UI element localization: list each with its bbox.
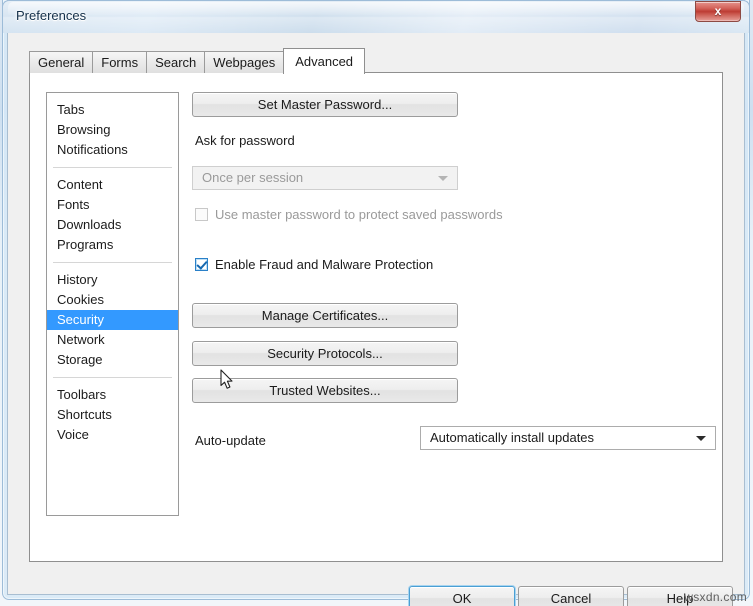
- sidebar-item-storage[interactable]: Storage: [47, 350, 178, 370]
- tab-advanced[interactable]: Advanced: [283, 48, 366, 74]
- sidebar-item-tabs[interactable]: Tabs: [47, 100, 178, 120]
- sidebar-item-shortcuts[interactable]: Shortcuts: [47, 405, 178, 425]
- dialog-button-bar: OK Cancel Help: [8, 582, 744, 606]
- preferences-tab-strip[interactable]: General Forms Search Webpages Advanced: [29, 48, 366, 74]
- chevron-down-icon: [438, 176, 448, 181]
- ask-for-password-dropdown[interactable]: Once per session: [192, 166, 458, 190]
- tab-page-advanced: Tabs Browsing Notifications Content Font…: [29, 72, 723, 562]
- tab-forms[interactable]: Forms: [92, 51, 148, 73]
- window-title: Preferences: [16, 8, 87, 23]
- sidebar-group-2: Content Fonts Downloads Programs: [47, 175, 178, 255]
- close-icon[interactable]: x: [695, 1, 741, 22]
- manage-certificates-button[interactable]: Manage Certificates...: [192, 303, 458, 328]
- checkbox-checked-icon: [195, 258, 208, 271]
- sidebar-item-content[interactable]: Content: [47, 175, 178, 195]
- sidebar-item-cookies[interactable]: Cookies: [47, 290, 178, 310]
- sidebar-group-1: Tabs Browsing Notifications: [47, 100, 178, 160]
- sidebar-item-history[interactable]: History: [47, 270, 178, 290]
- ask-for-password-label: Ask for password: [195, 133, 295, 148]
- checkbox-box-icon: [195, 208, 208, 221]
- settings-category-list[interactable]: Tabs Browsing Notifications Content Font…: [46, 92, 179, 516]
- sidebar-item-downloads[interactable]: Downloads: [47, 215, 178, 235]
- sidebar-item-toolbars[interactable]: Toolbars: [47, 385, 178, 405]
- security-protocols-button[interactable]: Security Protocols...: [192, 341, 458, 366]
- set-master-password-button[interactable]: Set Master Password...: [192, 92, 458, 117]
- use-master-password-label: Use master password to protect saved pas…: [215, 207, 503, 222]
- site-watermark: wsxdn.com: [684, 590, 747, 604]
- sidebar-group-3: History Cookies Security Network Storage: [47, 270, 178, 370]
- sidebar-item-fonts[interactable]: Fonts: [47, 195, 178, 215]
- sidebar-item-notifications[interactable]: Notifications: [47, 140, 178, 160]
- title-bar-glass: [2, 0, 750, 33]
- chevron-down-icon: [696, 436, 706, 441]
- enable-fraud-protection-checkbox[interactable]: Enable Fraud and Malware Protection: [195, 257, 433, 272]
- ok-button[interactable]: OK: [409, 586, 515, 606]
- title-bar[interactable]: Preferences x: [0, 0, 753, 33]
- security-settings-pane: Set Master Password... Ask for password …: [192, 92, 716, 542]
- use-master-password-checkbox[interactable]: Use master password to protect saved pas…: [195, 207, 503, 222]
- preferences-dialog-window: Preferences x Tabs Browsing Notification…: [0, 0, 753, 606]
- sidebar-item-network[interactable]: Network: [47, 330, 178, 350]
- sidebar-divider-2: [53, 262, 172, 263]
- dialog-client-area: Tabs Browsing Notifications Content Font…: [8, 33, 744, 606]
- ask-for-password-value: Once per session: [202, 170, 304, 185]
- tab-search[interactable]: Search: [146, 51, 206, 73]
- auto-update-dropdown[interactable]: Automatically install updates: [420, 426, 716, 450]
- sidebar-item-voice[interactable]: Voice: [47, 425, 178, 445]
- cancel-button[interactable]: Cancel: [518, 586, 624, 606]
- sidebar-item-programs[interactable]: Programs: [47, 235, 178, 255]
- tab-webpages[interactable]: Webpages: [204, 51, 285, 73]
- sidebar-divider-3: [53, 377, 172, 378]
- auto-update-value: Automatically install updates: [430, 430, 595, 445]
- trusted-websites-button[interactable]: Trusted Websites...: [192, 378, 458, 403]
- tab-general[interactable]: General: [29, 51, 94, 73]
- sidebar-divider-1: [53, 167, 172, 168]
- sidebar-group-4: Toolbars Shortcuts Voice: [47, 385, 178, 445]
- sidebar-item-browsing[interactable]: Browsing: [47, 120, 178, 140]
- enable-fraud-protection-label: Enable Fraud and Malware Protection: [215, 257, 434, 272]
- sidebar-item-security[interactable]: Security: [47, 310, 178, 330]
- auto-update-label: Auto-update: [195, 433, 266, 448]
